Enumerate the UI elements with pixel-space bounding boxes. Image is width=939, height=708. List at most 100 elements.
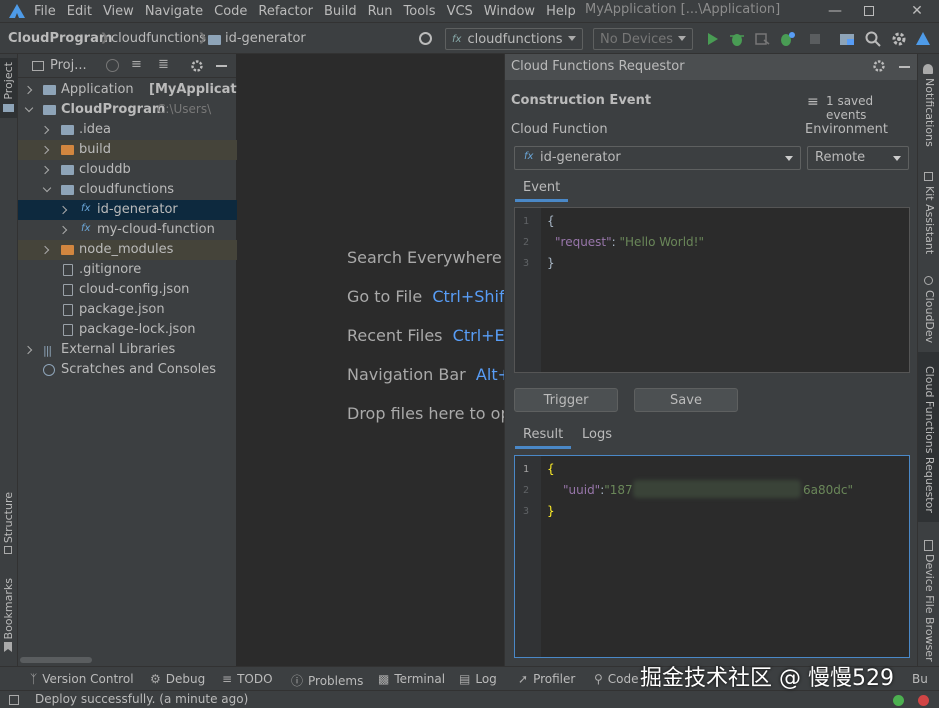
breadcrumb-cloudfunctions[interactable]: cloudfunctions	[111, 31, 206, 46]
status-ok-icon[interactable]	[893, 695, 904, 706]
profile-icon[interactable]	[778, 30, 796, 48]
tool-tab-bookmarks[interactable]: Bookmarks	[2, 578, 15, 639]
tool-tab-clouddev[interactable]: CloudDev	[923, 290, 936, 343]
horizontal-scrollbar[interactable]	[20, 657, 92, 663]
hide-icon[interactable]	[899, 66, 910, 68]
menu-tools[interactable]: Tools	[404, 4, 436, 19]
save-button[interactable]: Save	[634, 388, 738, 412]
gear-icon[interactable]	[890, 30, 908, 48]
maximize-icon[interactable]	[852, 0, 886, 22]
settings-icon[interactable]	[190, 59, 204, 73]
menu-vcs[interactable]: VCS	[447, 4, 473, 19]
tree-item-cloud-config[interactable]: cloud-config.json	[18, 280, 237, 300]
tree-item-build[interactable]: build	[18, 140, 237, 160]
status-message[interactable]: Deploy successfully. (a minute ago)	[35, 692, 248, 706]
close-icon[interactable]: ✕	[900, 0, 934, 22]
minimize-icon[interactable]: —	[818, 0, 852, 22]
tool-debug[interactable]: ⚙ Debug	[150, 672, 205, 686]
logo-icon[interactable]	[914, 30, 932, 48]
tab-logs[interactable]: Logs	[582, 427, 612, 442]
tree-item-idea[interactable]: .idea	[18, 120, 237, 140]
debug-icon[interactable]	[728, 30, 746, 48]
tree-item-package-json[interactable]: package.json	[18, 300, 237, 320]
tree-label: clouddb	[79, 162, 131, 177]
tool-tab-notifications[interactable]: Notifications	[923, 78, 936, 147]
tool-tab-project[interactable]: Project	[2, 62, 15, 100]
menu-edit[interactable]: Edit	[67, 4, 92, 19]
folder-icon	[43, 85, 56, 95]
tree-item-my-cloud-function[interactable]: fx my-cloud-function	[18, 220, 237, 240]
saved-events-icon: ≡	[807, 94, 819, 110]
tree-item-scratches[interactable]: Scratches and Consoles	[18, 360, 237, 380]
tool-todo[interactable]: ≡ TODO	[222, 672, 273, 686]
result-viewer[interactable]: 1 2 3 { "uuid":"187 6a80dc" }	[514, 455, 910, 658]
stop-icon[interactable]	[806, 30, 824, 48]
tree-item-id-generator[interactable]: fx id-generator	[18, 200, 237, 220]
tree-item-application[interactable]: Application [MyApplication]	[18, 80, 265, 100]
tree-label: build	[79, 142, 111, 157]
run-config-select[interactable]: fx cloudfunctions	[445, 28, 583, 50]
target-icon[interactable]	[419, 32, 432, 45]
settings-icon[interactable]	[872, 59, 886, 73]
kit-assistant-icon	[924, 172, 933, 181]
tree-item-package-lock[interactable]: package-lock.json	[18, 320, 237, 340]
run-icon[interactable]	[703, 30, 721, 48]
notification-bell-icon	[923, 64, 933, 74]
file-icon	[63, 304, 73, 316]
tool-tab-kit-assistant[interactable]: Kit Assistant	[923, 186, 936, 254]
breadcrumb-cloudprogram[interactable]: CloudProgram	[8, 31, 112, 46]
project-structure-icon[interactable]	[838, 30, 856, 48]
project-panel-title[interactable]: Proj...	[50, 58, 87, 73]
redacted-value	[633, 480, 801, 498]
structure-icon	[4, 546, 12, 554]
tool-code[interactable]: ⚲ Code	[594, 672, 639, 686]
status-toggle-icon[interactable]	[9, 695, 19, 705]
list-icon: ≡	[222, 672, 233, 686]
tool-version-control[interactable]: ᛉ Version Control	[30, 672, 134, 686]
tree-item-external-libraries[interactable]: ||| External Libraries	[18, 340, 237, 360]
breadcrumb-id-generator[interactable]: id-generator	[225, 31, 306, 46]
expand-all-icon[interactable]: ≡	[131, 57, 142, 72]
collapse-all-icon[interactable]: ≣	[158, 57, 169, 72]
search-icon[interactable]	[864, 30, 882, 48]
trigger-button[interactable]: Trigger	[514, 388, 618, 412]
menu-help[interactable]: Help	[546, 4, 576, 19]
menu-view[interactable]: View	[103, 4, 134, 19]
tree-item-clouddb[interactable]: clouddb	[18, 160, 237, 180]
menu-refactor[interactable]: Refactor	[258, 4, 313, 19]
tool-terminal[interactable]: ▩ Terminal	[378, 672, 445, 686]
device-select[interactable]: No Devices	[593, 28, 693, 50]
attach-debugger-icon[interactable]	[753, 30, 771, 48]
menu-build[interactable]: Build	[324, 4, 357, 19]
line-number: 2	[523, 485, 530, 496]
tree-item-cloudprogram[interactable]: CloudProgram C:\Users\	[18, 100, 237, 120]
tool-profiler[interactable]: ➚ Profiler	[518, 672, 575, 686]
scratches-icon	[43, 364, 55, 376]
tree-item-gitignore[interactable]: .gitignore	[18, 260, 237, 280]
tool-tab-device-file-browser[interactable]: Device File Browser	[923, 554, 936, 662]
tree-item-node-modules[interactable]: node_modules	[18, 240, 237, 260]
left-tool-stripe: Project Structure Bookmarks	[0, 54, 18, 666]
tool-log[interactable]: ▤ Log	[459, 672, 497, 686]
tab-result[interactable]: Result	[514, 427, 572, 449]
menu-code[interactable]: Code	[214, 4, 247, 19]
menu-file[interactable]: File	[34, 4, 56, 19]
cloud-function-value: id-generator	[540, 150, 621, 165]
saved-events-link[interactable]: 1 saved events	[826, 94, 917, 122]
tool-problems[interactable]: ⓘ Problems	[291, 672, 363, 689]
tool-tab-cloud-functions-requestor[interactable]: Cloud Functions Requestor	[923, 366, 936, 513]
environment-select[interactable]: Remote	[807, 146, 909, 170]
tool-build[interactable]: Bu	[912, 672, 928, 686]
menu-run[interactable]: Run	[368, 4, 393, 19]
menu-window[interactable]: Window	[484, 4, 535, 19]
locate-icon[interactable]	[106, 59, 119, 72]
function-icon: fx	[524, 151, 534, 162]
tool-tab-structure[interactable]: Structure	[2, 492, 15, 543]
tab-event[interactable]: Event	[514, 180, 569, 202]
menu-navigate[interactable]: Navigate	[145, 4, 203, 19]
status-error-icon[interactable]	[918, 695, 929, 706]
hide-icon[interactable]	[216, 65, 227, 67]
tree-item-cloudfunctions[interactable]: cloudfunctions	[18, 180, 237, 200]
event-editor[interactable]: 1 2 3 { "request": "Hello World!" }	[514, 207, 910, 373]
cloud-function-select[interactable]: fx id-generator	[514, 146, 801, 170]
